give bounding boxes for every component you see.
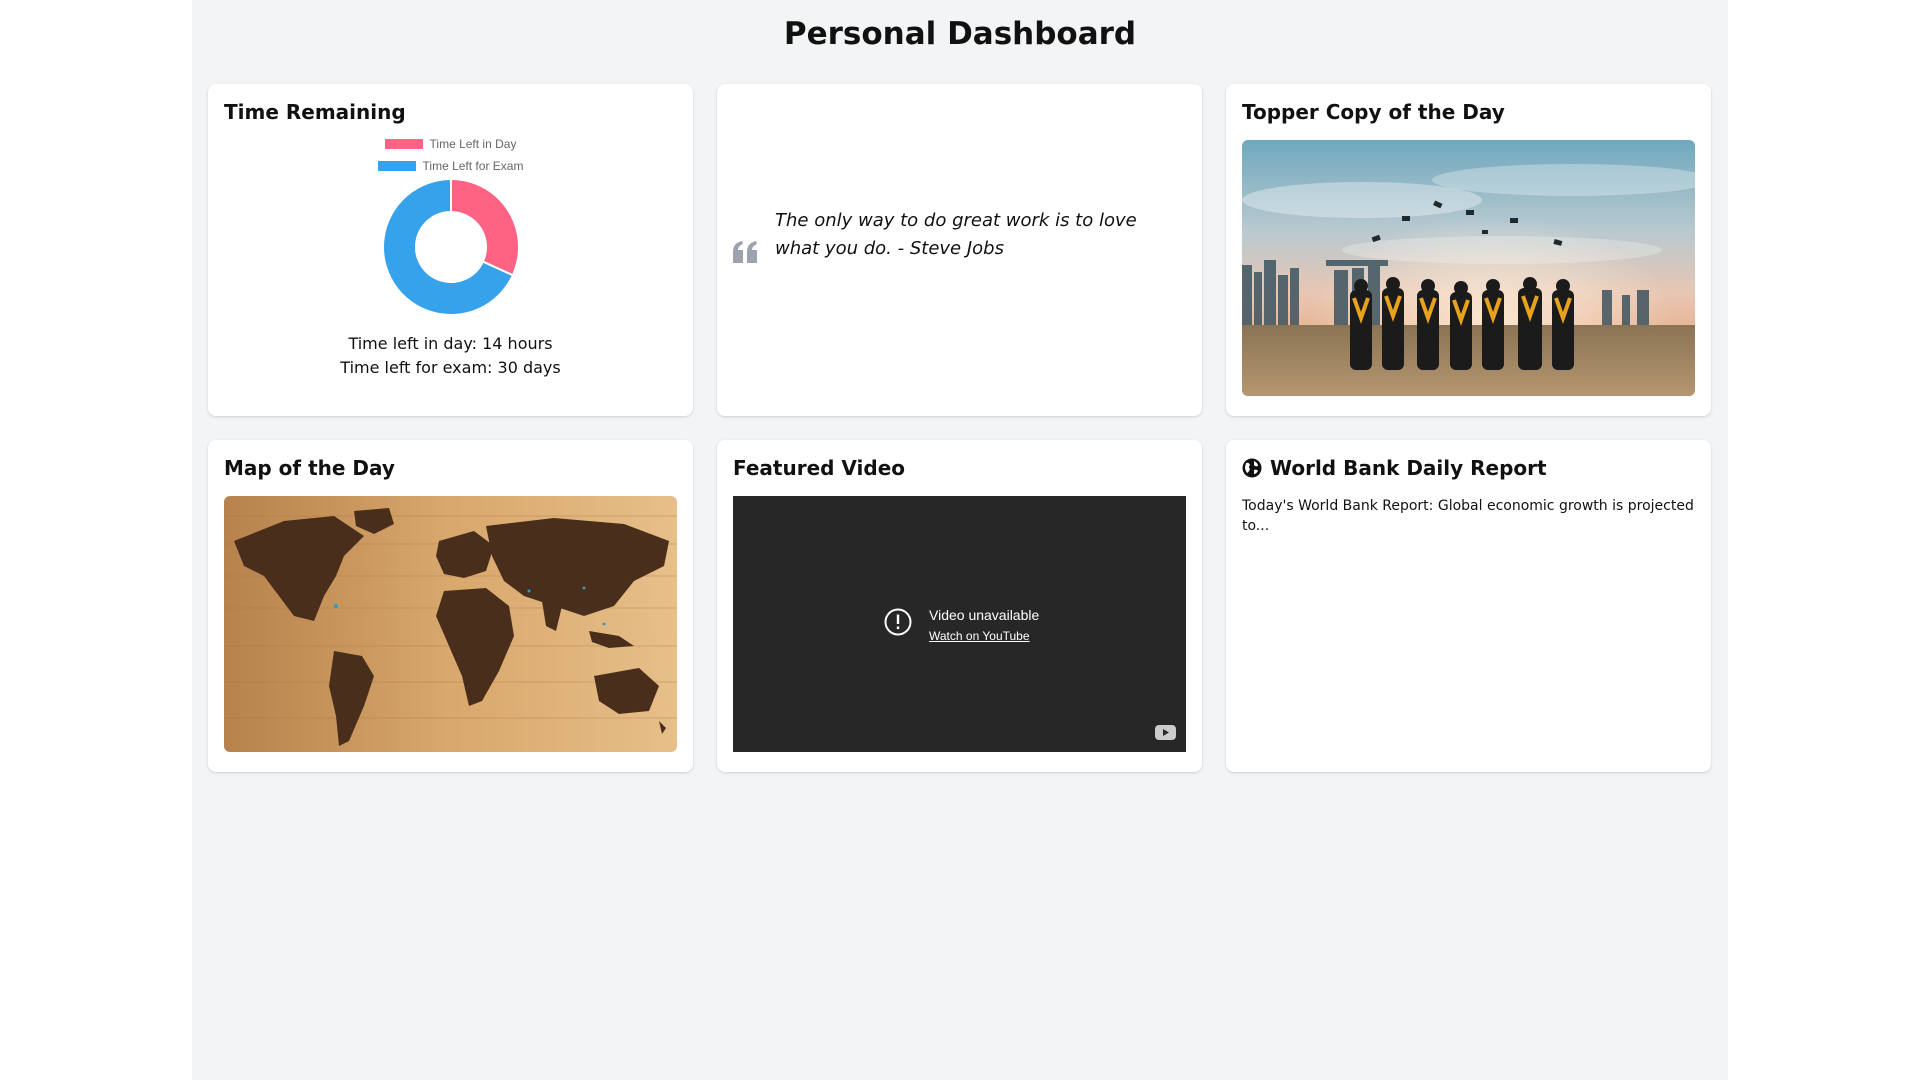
donut-slice-time-left-in-day[interactable]	[449, 178, 520, 277]
watch-on-youtube-link[interactable]: Watch on YouTube	[929, 628, 1039, 644]
legend-swatch-exam	[377, 161, 416, 171]
legend-item-exam[interactable]: Time Left for Exam	[377, 155, 524, 177]
video-message-text: Video unavailable Watch on YouTube	[929, 604, 1039, 644]
youtube-logo-icon[interactable]	[1155, 725, 1176, 740]
legend-item-day[interactable]: Time Left in Day	[384, 133, 517, 155]
time-left-exam-text: Time left for exam: 30 days	[340, 358, 561, 377]
donut-chart	[381, 178, 520, 316]
map-title: Map of the Day	[224, 456, 395, 480]
video-unavailable-label: Video unavailable	[929, 607, 1040, 623]
alert-circle-icon	[884, 608, 912, 636]
page-title: Personal Dashboard	[783, 16, 1137, 52]
legend-label-exam: Time Left for Exam	[422, 159, 524, 173]
video-player[interactable]: Video unavailable Watch on YouTube	[733, 496, 1186, 752]
wooden-world-map	[224, 496, 677, 752]
legend-swatch-day	[384, 139, 423, 149]
globe-icon	[1242, 458, 1262, 478]
video-unavailable-message: Video unavailable Watch on YouTube	[883, 604, 1039, 644]
time-remaining-title: Time Remaining	[224, 100, 406, 124]
time-left-day-text: Time left in day: 14 hours	[348, 334, 553, 353]
graduates-photo	[1242, 140, 1695, 396]
quote-card: The only way to do great work is to love…	[717, 84, 1202, 416]
chart-legend: Time Left in Day Time Left for Exam	[224, 133, 677, 177]
legend-label-day: Time Left in Day	[429, 137, 517, 151]
world-bank-card: World Bank Daily Report Today's World Ba…	[1226, 440, 1711, 772]
world-bank-title: World Bank Daily Report	[1242, 456, 1695, 480]
topper-copy-title: Topper Copy of the Day	[1242, 100, 1505, 124]
featured-video-card: Featured Video Video unavailable Watch o…	[717, 440, 1202, 772]
dashboard-grid: Time Remaining Time Left in Day Time Lef…	[208, 84, 1712, 772]
page-container: Personal Dashboard Time Remaining Time L…	[192, 0, 1728, 1080]
time-remaining-card: Time Remaining Time Left in Day Time Lef…	[208, 84, 693, 416]
time-summary: Time left in day: 14 hours Time left for…	[224, 332, 677, 380]
donut-chart-wrap	[224, 178, 677, 316]
world-bank-report-text: Today's World Bank Report: Global econom…	[1242, 498, 1694, 534]
map-card: Map of the Day	[208, 440, 693, 772]
world-bank-title-text: World Bank Daily Report	[1270, 456, 1547, 480]
topper-copy-card: Topper Copy of the Day	[1226, 84, 1711, 416]
quote-text: The only way to do great work is to love…	[775, 210, 1137, 259]
quote-wrap: The only way to do great work is to love…	[733, 84, 1186, 416]
featured-video-title: Featured Video	[733, 456, 906, 480]
quote-icon	[733, 241, 757, 263]
